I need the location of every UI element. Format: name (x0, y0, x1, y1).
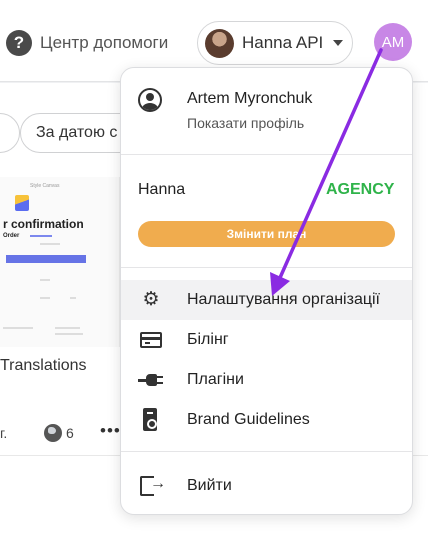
menu-item-organization-settings[interactable]: ⚙ Налаштування організації (121, 280, 412, 320)
plug-icon (138, 371, 164, 389)
menu-divider (121, 154, 412, 155)
sort-select-label: За датою с (36, 124, 118, 141)
help-center-label: Центр допомоги (40, 33, 169, 52)
thumbnail-order: Order (3, 233, 20, 239)
thumbnail-line (40, 243, 60, 245)
thumbnail-line (55, 327, 80, 329)
menu-divider (121, 267, 412, 268)
thumbnail-line (30, 235, 52, 237)
thumbnail-logo-icon (15, 195, 29, 211)
account-avatar (205, 28, 234, 58)
profile-name: Artem Myronchuk (187, 90, 313, 107)
guideline-icon (143, 408, 157, 431)
thumbnail-brand: Style Canvas (30, 183, 60, 189)
menu-item-logout[interactable]: → Вийти (121, 466, 412, 506)
gear-icon: ⚙ (142, 289, 160, 310)
globe-icon (44, 424, 62, 442)
menu-item-label: Плагіни (187, 371, 244, 388)
menu-item-brand-guidelines[interactable]: Brand Guidelines (121, 400, 412, 440)
credit-card-icon (140, 332, 162, 348)
search-input[interactable] (0, 113, 20, 153)
user-circle-icon (138, 88, 162, 112)
card-meta: г. 6 ••• (0, 421, 125, 445)
change-plan-button[interactable]: Змінити план (138, 221, 395, 247)
thumbnail-title: r confirmation (3, 217, 84, 231)
card-title[interactable]: Translations (0, 357, 87, 375)
account-label: Hanna API (242, 33, 324, 52)
thumbnail-line (40, 297, 50, 299)
profile-section[interactable]: Artem Myronchuk Показати профіль (121, 84, 412, 142)
thumbnail-line (3, 327, 33, 329)
thumbnail-line (55, 333, 83, 335)
card-thumbnail[interactable]: Style Canvas r confirmation Order (0, 177, 120, 347)
organization-name: Hanna (138, 181, 186, 198)
show-profile-link[interactable]: Показати профіль (187, 115, 304, 131)
menu-item-billing[interactable]: Білінг (121, 320, 412, 360)
menu-divider (121, 451, 412, 452)
menu-item-label: Brand Guidelines (187, 411, 310, 428)
card-meta-prefix: г. (0, 425, 8, 441)
account-dropdown-menu: Artem Myronchuk Показати профіль Hanna A… (120, 67, 413, 515)
menu-item-label: Налаштування організації (187, 291, 380, 308)
account-switcher-button[interactable]: Hanna API (197, 21, 353, 65)
user-avatar-button[interactable]: AM (374, 23, 412, 61)
help-center-link[interactable]: ? Центр допомоги (6, 30, 168, 56)
menu-item-plugins[interactable]: Плагіни (121, 360, 412, 400)
menu-item-label: Вийти (187, 477, 232, 494)
card-language-count: 6 (66, 425, 74, 441)
more-options-icon[interactable]: ••• (100, 421, 121, 441)
plan-badge: AGENCY (326, 181, 395, 198)
thumbnail-line (70, 297, 76, 299)
menu-item-label: Білінг (187, 331, 229, 348)
help-icon: ? (6, 30, 32, 56)
arrow-right-icon: → (150, 475, 166, 492)
thumbnail-button (6, 255, 86, 263)
chevron-down-icon (333, 40, 344, 46)
thumbnail-line (40, 279, 50, 281)
